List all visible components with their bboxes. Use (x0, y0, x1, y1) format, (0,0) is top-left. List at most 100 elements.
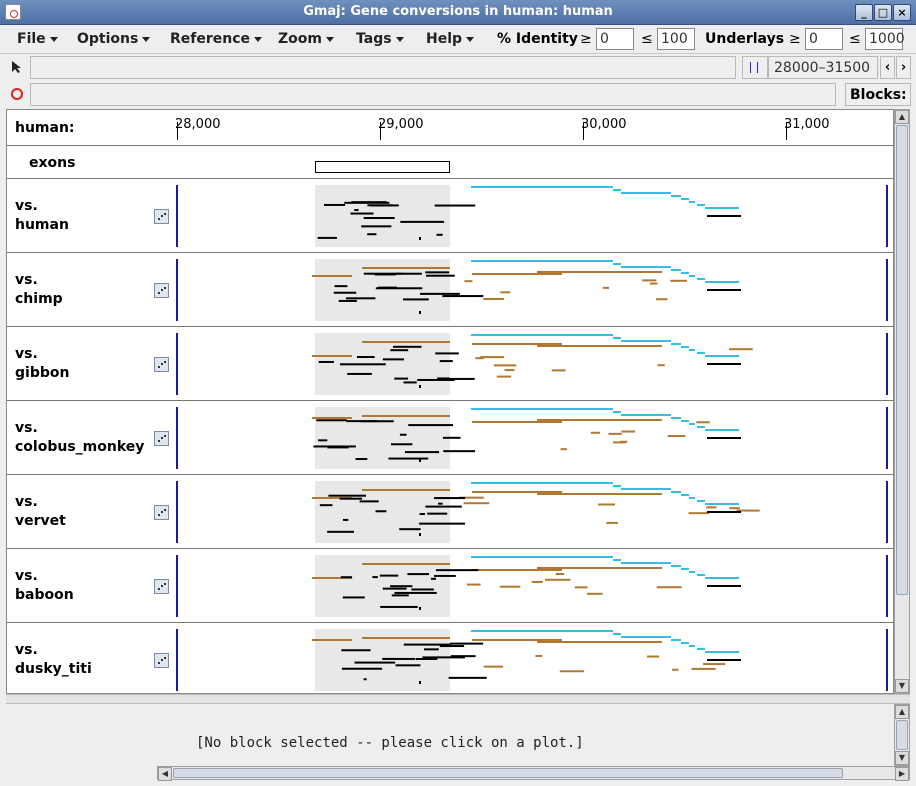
menu-bar: File Options Reference Zoom Tags Help % … (0, 25, 916, 54)
dotplot-button[interactable] (154, 579, 169, 594)
marker-line (176, 629, 178, 691)
dotplot-button[interactable] (154, 209, 169, 224)
scroll-thumb[interactable] (896, 125, 908, 595)
pane-label: vs. dusky_titi (15, 642, 92, 677)
pip-pane[interactable]: vs. chimp (7, 253, 893, 327)
range-display: 28000–31500 (768, 56, 878, 79)
status-message: [No block selected -- please click on a … (196, 735, 584, 751)
dotplot-button[interactable] (154, 357, 169, 372)
pip-pane[interactable]: vs. gibbon (7, 327, 893, 401)
scroll-down-icon[interactable]: ▼ (895, 751, 909, 765)
menu-tags[interactable]: Tags (356, 31, 404, 47)
chevron-down-icon (49, 36, 58, 42)
tick-label: 29,000 (378, 117, 424, 132)
chevron-down-icon (325, 36, 334, 42)
scroll-down-icon[interactable]: ▼ (895, 679, 909, 693)
scroll-left-icon[interactable]: ◀ (158, 767, 172, 781)
maximize-button[interactable]: □ (874, 4, 892, 21)
mark-icon (750, 62, 751, 73)
mark-button[interactable] (742, 56, 768, 79)
pip-plot (315, 185, 741, 247)
ge-symbol: ≥ (580, 31, 592, 47)
chevron-down-icon (142, 36, 151, 42)
dotplot-button[interactable] (154, 283, 169, 298)
menu-reference[interactable]: Reference (170, 31, 263, 47)
identity-max-field[interactable]: 100 (657, 28, 695, 50)
chevron-down-icon (395, 36, 404, 42)
pane-label: vs. gibbon (15, 346, 70, 381)
marker-line (176, 555, 178, 617)
next-button[interactable]: › (896, 56, 911, 79)
chevron-down-icon (466, 36, 475, 42)
navigation-row: 28000–31500 ‹ › (0, 54, 916, 82)
scroll-right-icon[interactable]: ▶ (895, 767, 909, 781)
dotplot-button[interactable] (154, 505, 169, 520)
split-divider[interactable] (6, 694, 910, 704)
pane-label: vs. colobus_monkey (15, 420, 145, 455)
underlays-min-field[interactable]: 0 (805, 28, 843, 50)
pip-pane[interactable]: vs. vervet (7, 475, 893, 549)
pip-pane[interactable]: vs. human (7, 179, 893, 253)
pane-label: vs. human (15, 198, 69, 233)
menu-options[interactable]: Options (77, 31, 151, 47)
minimize-button[interactable]: _ (855, 4, 873, 21)
marker-line (886, 407, 888, 469)
menu-file[interactable]: File (17, 31, 58, 47)
scroll-up-icon[interactable]: ▲ (895, 110, 909, 124)
blocks-label: Blocks: (845, 83, 911, 106)
plots-scrollbar[interactable]: ▲ ▼ (894, 109, 910, 694)
exons-track: exons (7, 146, 893, 179)
selection-display (30, 83, 836, 106)
menu-zoom[interactable]: Zoom (278, 31, 334, 47)
close-button[interactable]: × (893, 4, 911, 21)
marker-line (176, 333, 178, 395)
scroll-up-icon[interactable]: ▲ (895, 705, 909, 719)
title-bar: Gmaj: Gene conversions in human: human _… (0, 0, 916, 25)
pip-plot (312, 481, 760, 543)
marker-line (886, 555, 888, 617)
le-symbol: ≤ (641, 31, 653, 47)
text-panel-scrollbar[interactable]: ▲ ▼ (894, 704, 910, 766)
menu-help[interactable]: Help (426, 31, 475, 47)
pointer-icon[interactable] (11, 60, 23, 74)
exon-box[interactable] (315, 161, 450, 173)
underlays-max-field[interactable]: 1000 (865, 28, 905, 50)
tick-label: 30,000 (581, 117, 627, 132)
pane-label: vs. vervet (15, 494, 66, 529)
marker-line (886, 629, 888, 691)
window-title: Gmaj: Gene conversions in human: human (303, 4, 613, 19)
le-symbol: ≤ (849, 31, 861, 47)
position-ruler: human: 28,000 29,000 30,000 31,000 (7, 110, 893, 146)
marker-line (176, 259, 178, 321)
marker-line (886, 259, 888, 321)
dotplot-button[interactable] (154, 431, 169, 446)
tick-label: 28,000 (175, 117, 221, 132)
underlays-label: Underlays (705, 31, 785, 47)
pip-pane[interactable]: vs. dusky_titi (7, 623, 893, 693)
dotplot-button[interactable] (154, 653, 169, 668)
pane-label: vs. baboon (15, 568, 74, 603)
marker-line (176, 481, 178, 543)
pane-label: vs. chimp (15, 272, 63, 307)
scroll-thumb[interactable] (896, 720, 908, 750)
prev-button[interactable]: ‹ (880, 56, 895, 79)
horizontal-scrollbar[interactable]: ◀ ▶ (157, 766, 910, 781)
scroll-thumb[interactable] (173, 768, 843, 778)
exons-label: exons (29, 155, 76, 171)
tick-label: 31,000 (784, 117, 830, 132)
pip-pane[interactable]: vs. colobus_monkey (7, 401, 893, 475)
circle-icon[interactable] (11, 88, 23, 100)
ge-symbol: ≥ (789, 31, 801, 47)
selection-row: Blocks: (0, 82, 916, 109)
pip-plot (312, 259, 741, 321)
identity-label: % Identity (497, 31, 578, 47)
pip-pane[interactable]: vs. baboon (7, 549, 893, 623)
identity-min-field[interactable]: 0 (596, 28, 634, 50)
position-display (30, 56, 736, 79)
marker-line (886, 185, 888, 247)
plot-area: human: 28,000 29,000 30,000 31,000 exons… (6, 109, 894, 694)
marker-line (176, 185, 178, 247)
reference-label: human: (15, 120, 75, 136)
pip-plot (312, 333, 753, 395)
marker-line (886, 481, 888, 543)
